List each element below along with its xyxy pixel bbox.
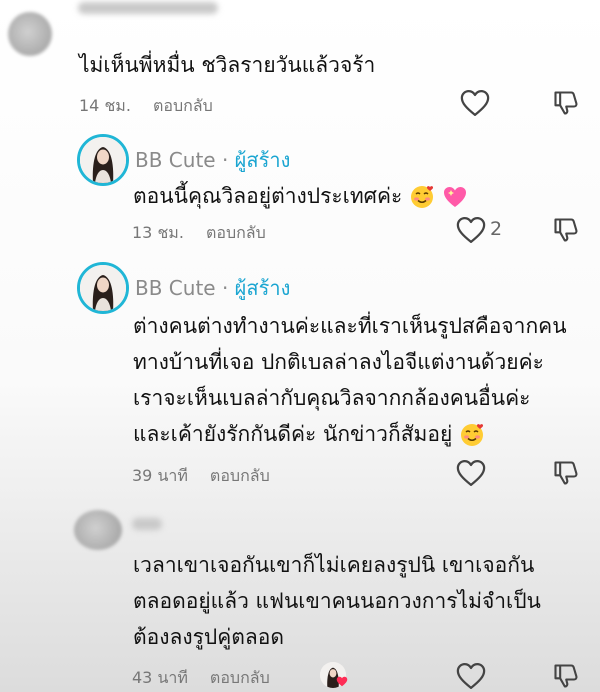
author-name[interactable]: BB Cute (135, 148, 216, 172)
comment-time: 13 ชม. (132, 223, 184, 242)
reply-button[interactable]: ตอบกลับ (210, 668, 270, 687)
comment-line: ตลอดอยู่แล้ว แฟนเขาคนนอกวงการไม่จำเป็น (133, 589, 541, 613)
heart-outline-icon[interactable] (456, 459, 486, 487)
comment-time: 39 นาที (132, 466, 188, 485)
smiling-face-with-hearts-emoji (460, 424, 484, 446)
comment-meta: 14 ชม. ตอบกลับ (79, 94, 213, 119)
thumbs-down-outline-icon[interactable] (552, 216, 580, 244)
reply-button[interactable]: ตอบกลับ (206, 223, 266, 242)
creator-badge: ผู้สร้าง (234, 148, 291, 172)
comment-meta: 43 นาที ตอบกลับ (132, 666, 270, 691)
comment-time: 14 ชม. (79, 96, 131, 115)
heart-outline-icon[interactable] (456, 216, 486, 244)
comment-text: ไม่เห็นพี่หมื่น ชวิลรายวันแล้วจร้า (79, 53, 376, 77)
creator-avatar[interactable] (77, 262, 129, 314)
author-separator: · (221, 276, 229, 300)
like-count: 2 (490, 218, 503, 240)
comment-meta: 39 นาที ตอบกลับ (132, 464, 270, 489)
comment-line: ทางบ้านที่เจอ ปกติเบลล่าลงไอจีแต่งานด้วย… (133, 350, 544, 374)
comment-author[interactable]: BB Cute · ผู้สร้าง (135, 272, 290, 304)
smiling-face-with-hearts-emoji (411, 186, 434, 208)
reply-button[interactable]: ตอบกลับ (210, 466, 270, 485)
reply-button[interactable]: ตอบกลับ (153, 96, 213, 115)
creator-avatar[interactable] (77, 134, 129, 186)
avatar-photo (80, 137, 126, 183)
thumbs-down-outline-icon[interactable] (552, 662, 580, 690)
heart-outline-icon[interactable] (456, 662, 486, 690)
blurred-username (132, 518, 162, 530)
comment-line: ต้องลงรูปคู่ตลอด (133, 625, 285, 649)
comment-line: เราจะเห็นเบลล่ากับคุณวิลจากกล้องคนอื่นค่… (133, 386, 531, 410)
commenter-avatar[interactable] (8, 12, 52, 56)
comment-text-body: ตอนนี้คุณวิลอยู่ต่างประเทศค่ะ (133, 184, 403, 208)
comment-text: ต่างคนต่างทำงานค่ะและที่เราเห็นรูปสคือจา… (133, 308, 567, 452)
comment-line-last: และเค้ายังรักกันดีค่ะ นักข่าวก็สัมอยู่ (133, 416, 567, 452)
comment-meta: 13 ชม. ตอบกลับ (132, 221, 266, 246)
author-name[interactable]: BB Cute (135, 276, 216, 300)
comment-author[interactable]: BB Cute · ผู้สร้าง (135, 144, 290, 176)
comment-time: 43 นาที (132, 668, 188, 687)
commenter-avatar[interactable] (74, 510, 122, 550)
comment-line: เวลาเขาเจอกันเขาก็ไม่เคยลงรูปนิ เขาเจอกั… (133, 553, 535, 577)
heart-outline-icon[interactable] (460, 89, 490, 117)
sparkling-heart-emoji (443, 187, 466, 207)
thumbs-down-outline-icon[interactable] (552, 459, 580, 487)
author-separator: · (221, 148, 229, 172)
creator-badge: ผู้สร้าง (234, 276, 291, 300)
comment-line: ต่างคนต่างทำงานค่ะและที่เราเห็นรูปสคือจา… (133, 314, 567, 338)
small-heart-badge-icon (336, 676, 348, 687)
comment-text: เวลาเขาเจอกันเขาก็ไม่เคยลงรูปนิ เขาเจอกั… (133, 547, 541, 655)
thumbs-down-outline-icon[interactable] (552, 89, 580, 117)
blurred-username (78, 2, 218, 14)
avatar-photo (80, 265, 126, 311)
comment-line: และเค้ายังรักกันดีค่ะ นักข่าวก็สัมอยู่ (133, 422, 453, 446)
comment-text: ตอนนี้คุณวิลอยู่ต่างประเทศค่ะ (133, 178, 468, 214)
